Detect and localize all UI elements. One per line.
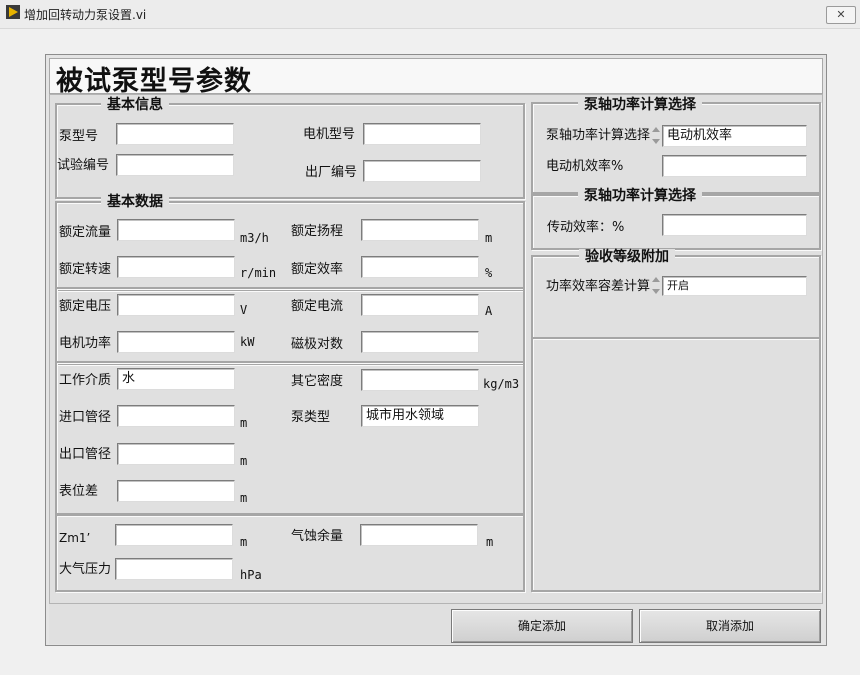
- rated-efficiency-label: 额定效率: [291, 262, 344, 277]
- zm1-field[interactable]: [115, 524, 233, 546]
- medium-field[interactable]: 水: [117, 368, 235, 390]
- factory-number-label: 出厂编号: [305, 165, 358, 180]
- rated-speed-field[interactable]: [117, 256, 235, 278]
- rated-head-unit: m: [485, 231, 493, 245]
- test-number-label: 试验编号: [57, 158, 110, 173]
- other-density-unit: kg/m3: [483, 377, 520, 391]
- method-stepper[interactable]: [651, 124, 661, 148]
- right-empty-group: [531, 337, 821, 592]
- motor-eff-label: 电动机效率%: [546, 159, 624, 174]
- page-title: 被试泵型号参数: [56, 66, 252, 97]
- outlet-pipe-unit: m: [240, 454, 248, 468]
- rated-current-field[interactable]: [361, 294, 479, 316]
- acceptance-legend: 验收等级附加: [579, 249, 675, 265]
- confirm-add-button[interactable]: 确定添加: [451, 609, 633, 643]
- atm-pressure-unit: hPa: [240, 568, 262, 582]
- rated-voltage-unit: V: [240, 303, 248, 317]
- motor-power-unit: kW: [240, 335, 255, 349]
- atm-pressure-field[interactable]: [115, 558, 233, 580]
- test-number-field[interactable]: [116, 154, 234, 176]
- transmission-eff-field[interactable]: [662, 214, 807, 236]
- gauge-diff-unit: m: [240, 491, 248, 505]
- other-density-field[interactable]: [361, 369, 479, 391]
- motor-eff-field[interactable]: [662, 155, 807, 177]
- zm1-unit: m: [240, 535, 248, 549]
- zm1-label: Zm1’: [59, 531, 91, 545]
- rated-efficiency-field[interactable]: [361, 256, 479, 278]
- cancel-add-button[interactable]: 取消添加: [639, 609, 821, 643]
- rated-voltage-label: 额定电压: [59, 299, 112, 314]
- inlet-pipe-field[interactable]: [117, 405, 235, 427]
- gauge-diff-label: 表位差: [59, 484, 99, 499]
- window-titlebar: 增加回转动力泵设置.vi ✕: [0, 0, 860, 29]
- shaft-power-method-label: 泵轴功率计算选择: [546, 128, 651, 143]
- basic-info-group: [55, 103, 525, 199]
- header-panel: 被试泵型号参数: [49, 58, 823, 97]
- npsh-label: 气蚀余量: [291, 529, 344, 544]
- transmission-legend: 泵轴功率计算选择: [578, 188, 702, 204]
- motor-power-field[interactable]: [117, 331, 235, 353]
- pump-type-field[interactable]: 城市用水领域: [361, 405, 479, 427]
- rated-speed-label: 额定转速: [59, 262, 112, 277]
- motor-power-label: 电机功率: [59, 336, 112, 351]
- rated-current-unit: A: [485, 304, 493, 318]
- rated-flow-unit: m3/h: [240, 231, 269, 245]
- pump-model-field[interactable]: [116, 123, 234, 145]
- tolerance-field[interactable]: 开启: [662, 276, 807, 296]
- rated-voltage-field[interactable]: [117, 294, 235, 316]
- motor-model-label: 电机型号: [303, 127, 356, 142]
- shaft-power-method-field[interactable]: 电动机效率: [662, 125, 807, 147]
- inlet-pipe-unit: m: [240, 416, 248, 430]
- rated-current-label: 额定电流: [291, 299, 344, 314]
- pole-pairs-field[interactable]: [361, 331, 479, 353]
- medium-label: 工作介质: [59, 373, 112, 388]
- window-title: 增加回转动力泵设置.vi: [24, 8, 147, 22]
- atm-pressure-label: 大气压力: [59, 562, 112, 577]
- rated-flow-field[interactable]: [117, 219, 235, 241]
- pump-model-label: 泵型号: [59, 129, 99, 144]
- labview-vi-icon: [6, 5, 20, 19]
- basic-info-legend: 基本信息: [101, 97, 169, 113]
- rated-head-field[interactable]: [361, 219, 479, 241]
- motor-model-field[interactable]: [363, 123, 481, 145]
- shaft-power-group: [531, 102, 821, 194]
- rated-speed-unit: r/min: [240, 266, 277, 280]
- tolerance-stepper[interactable]: [651, 274, 661, 298]
- gauge-diff-field[interactable]: [117, 480, 235, 502]
- inlet-pipe-label: 进口管径: [59, 410, 112, 425]
- acceptance-group: [531, 255, 821, 339]
- factory-number-field[interactable]: [363, 160, 481, 182]
- tolerance-label: 功率效率容差计算: [546, 279, 651, 294]
- pump-type-label: 泵类型: [291, 410, 331, 425]
- rated-efficiency-unit: %: [485, 266, 493, 280]
- shaft-power-legend: 泵轴功率计算选择: [578, 97, 702, 113]
- rated-head-label: 额定扬程: [291, 224, 344, 239]
- npsh-field[interactable]: [360, 524, 478, 546]
- outlet-pipe-field[interactable]: [117, 443, 235, 465]
- close-icon[interactable]: ✕: [826, 6, 856, 24]
- basic-data-legend: 基本数据: [101, 194, 169, 210]
- pole-pairs-label: 磁极对数: [291, 337, 344, 352]
- outlet-pipe-label: 出口管径: [59, 447, 112, 462]
- npsh-unit: m: [486, 535, 494, 549]
- transmission-eff-label: 传动效率：%: [547, 220, 625, 235]
- other-density-label: 其它密度: [291, 374, 344, 389]
- rated-flow-label: 额定流量: [59, 225, 112, 240]
